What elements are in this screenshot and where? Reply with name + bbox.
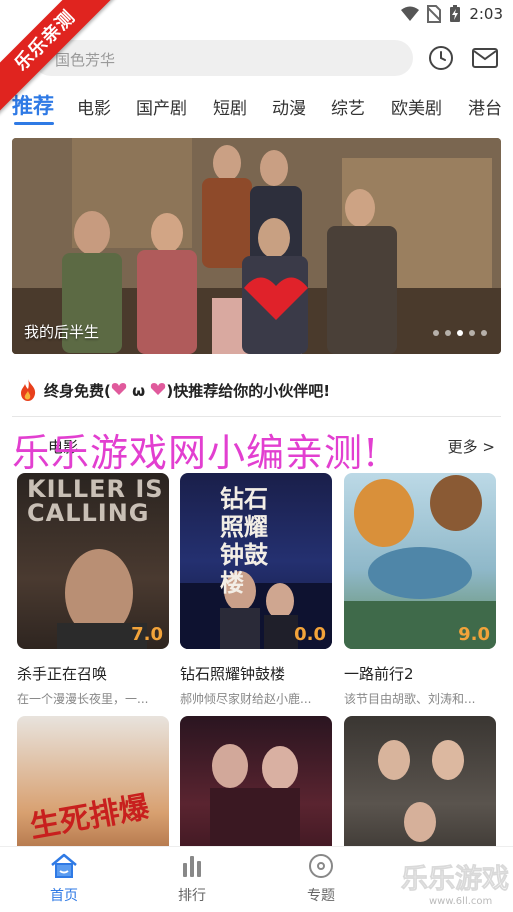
divider xyxy=(12,416,501,417)
promo-text-middle: ω xyxy=(126,381,151,400)
movie-poster: 9.0 xyxy=(344,473,496,649)
promo-text: 终身免费( ω )快推荐给你的小伙伴吧! xyxy=(44,380,330,401)
nav-topics-label: 专题 xyxy=(307,888,335,904)
ranking-icon xyxy=(183,856,201,877)
fire-icon xyxy=(21,379,36,401)
promo-text-start: 终身免费( xyxy=(44,381,111,400)
card-title: 杀手正在召唤 xyxy=(17,665,108,683)
rating-score: 9.0 xyxy=(458,624,490,645)
wifi-icon xyxy=(401,6,420,21)
site-logo: 乐乐游戏 www.6ll.com xyxy=(401,864,510,907)
card-title: 钻石照耀钟鼓楼 xyxy=(180,665,286,683)
status-time: 2:03 xyxy=(469,5,503,23)
movie-poster: KILLER IS CALLING 7.0 xyxy=(17,473,169,649)
promo-text-end: )快推荐给你的小伙伴吧! xyxy=(166,381,331,400)
carousel-indicator xyxy=(433,330,487,336)
poster-title: 钻石照耀钟鼓楼 xyxy=(220,485,268,597)
poster-title: KILLER IS CALLING xyxy=(27,475,164,527)
corner-ribbon: 乐乐亲测 xyxy=(0,0,120,120)
movie-card[interactable]: 钻石照耀钟鼓楼 0.0 钻石照耀钟鼓楼 郝帅倾尽家财给赵小鹿... xyxy=(180,473,332,707)
movie-card[interactable]: KILLER IS CALLING 7.0 杀手正在召唤 在一个漫漫长夜里，一.… xyxy=(17,473,169,707)
clock-icon[interactable] xyxy=(427,44,455,72)
no-sim-icon xyxy=(427,5,442,23)
rating-score: 0.0 xyxy=(294,624,326,645)
heart-icon xyxy=(111,382,127,395)
carousel-dot-active xyxy=(457,330,463,336)
nav-home-label: 首页 xyxy=(50,888,78,904)
tab-anime[interactable]: 动漫 xyxy=(272,94,306,119)
ribbon-label: 乐乐亲测 xyxy=(0,0,120,115)
heart-icon xyxy=(151,382,166,395)
card-description: 在一个漫漫长夜里，一... xyxy=(17,692,149,706)
banner-caption: 我的后半生 xyxy=(24,323,100,341)
svg-text:乐乐游戏: 乐乐游戏 xyxy=(401,864,509,895)
promo-banner[interactable]: 终身免费( ω )快推荐给你的小伙伴吧! xyxy=(18,378,330,402)
nav-topics[interactable]: 专题 xyxy=(281,853,361,905)
card-title: 一路前行2 xyxy=(344,665,414,683)
tab-variety[interactable]: 综艺 xyxy=(331,94,365,119)
poster-title: 生死排爆 xyxy=(27,789,152,846)
poster-art xyxy=(344,475,496,649)
card-description: 郝帅倾尽家财给赵小鹿... xyxy=(180,692,312,706)
active-tab-indicator xyxy=(14,122,54,125)
more-link[interactable]: 更多 > xyxy=(448,436,495,457)
carousel-dot xyxy=(433,330,439,336)
tab-domestic[interactable]: 国产剧 xyxy=(136,94,187,119)
carousel-dot xyxy=(481,330,487,336)
mail-icon[interactable] xyxy=(470,44,500,72)
battery-charging-icon xyxy=(450,5,461,22)
disc-icon xyxy=(309,854,333,878)
tab-short[interactable]: 短剧 xyxy=(213,94,247,119)
watermark-text: 乐乐游戏网小编亲测! xyxy=(12,431,380,475)
home-icon xyxy=(51,853,77,878)
carousel-dot xyxy=(469,330,475,336)
tab-western[interactable]: 欧美剧 xyxy=(391,94,442,119)
nav-home[interactable]: 首页 xyxy=(24,853,104,905)
nav-ranking[interactable]: 排行 xyxy=(152,853,232,905)
movie-card[interactable]: 9.0 一路前行2 该节目由胡歌、刘涛和... xyxy=(344,473,496,707)
nav-ranking-label: 排行 xyxy=(178,888,206,904)
rating-score: 7.0 xyxy=(131,624,163,645)
banner-carousel[interactable]: 我的后半生 xyxy=(12,138,501,354)
svg-text:www.6ll.com: www.6ll.com xyxy=(429,896,492,907)
tab-hktw[interactable]: 港台 xyxy=(468,94,502,119)
movie-poster: 钻石照耀钟鼓楼 0.0 xyxy=(180,473,332,649)
card-description: 该节目由胡歌、刘涛和... xyxy=(344,692,476,706)
carousel-dot xyxy=(445,330,451,336)
